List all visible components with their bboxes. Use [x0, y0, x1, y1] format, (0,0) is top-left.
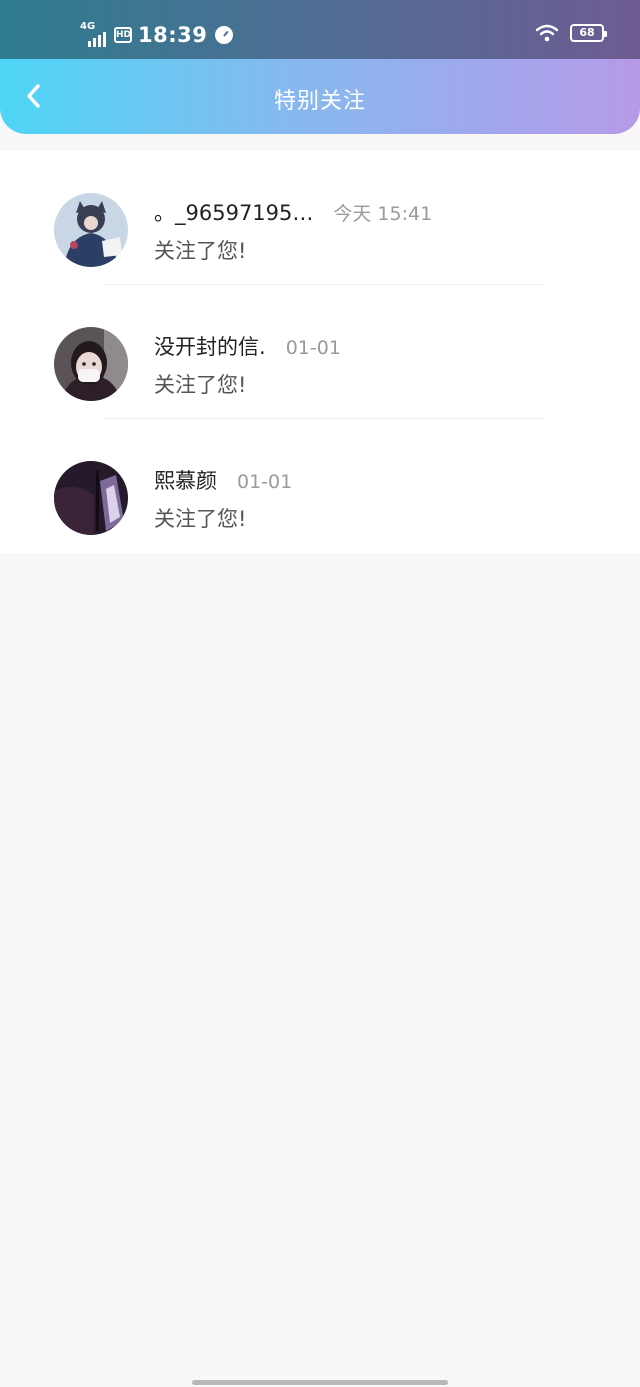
status-left: 4G HD 18:39 — [80, 20, 234, 50]
home-indicator[interactable] — [192, 1380, 448, 1385]
battery-icon: 68 — [570, 24, 607, 42]
user-name[interactable]: 熙慕颜 — [154, 465, 217, 495]
status-time: 18:39 — [138, 23, 208, 47]
item-time: 01-01 — [285, 337, 341, 359]
signal-icon: 4G — [80, 21, 110, 47]
user-name[interactable]: 没开封的信. — [154, 331, 266, 361]
status-right: 68 — [536, 24, 607, 42]
app-header: 特别关注 — [0, 59, 640, 134]
avatar[interactable] — [54, 461, 128, 535]
item-time: 01-01 — [237, 471, 293, 493]
hd-icon: HD — [114, 27, 132, 43]
item-time: 今天 15:41 — [333, 203, 433, 225]
item-message: 关注了您! — [154, 239, 247, 263]
name-row: 没开封的信. 01-01 — [154, 331, 341, 361]
follow-list: 。_96597195… 今天 15:41 关注了您! 没开封的信. 01-01 … — [0, 151, 640, 553]
page-title: 特别关注 — [273, 89, 366, 114]
avatar[interactable] — [54, 193, 128, 267]
avatar[interactable] — [54, 327, 128, 401]
name-row: 。_96597195… 今天 15:41 — [154, 197, 432, 227]
list-item[interactable]: 没开封的信. 01-01 关注了您! — [0, 285, 640, 419]
item-message: 关注了您! — [154, 507, 247, 531]
clock-icon — [215, 26, 234, 44]
name-row: 熙慕颜 01-01 — [154, 465, 292, 495]
user-name[interactable]: 。_96597195… — [154, 197, 313, 227]
list-item[interactable]: 熙慕颜 01-01 关注了您! — [0, 419, 640, 553]
item-message: 关注了您! — [154, 373, 247, 397]
network-type: 4G — [80, 21, 96, 32]
status-bar: 4G HD 18:39 68 — [0, 0, 640, 60]
list-item[interactable]: 。_96597195… 今天 15:41 关注了您! — [0, 151, 640, 285]
wifi-icon — [536, 24, 558, 42]
